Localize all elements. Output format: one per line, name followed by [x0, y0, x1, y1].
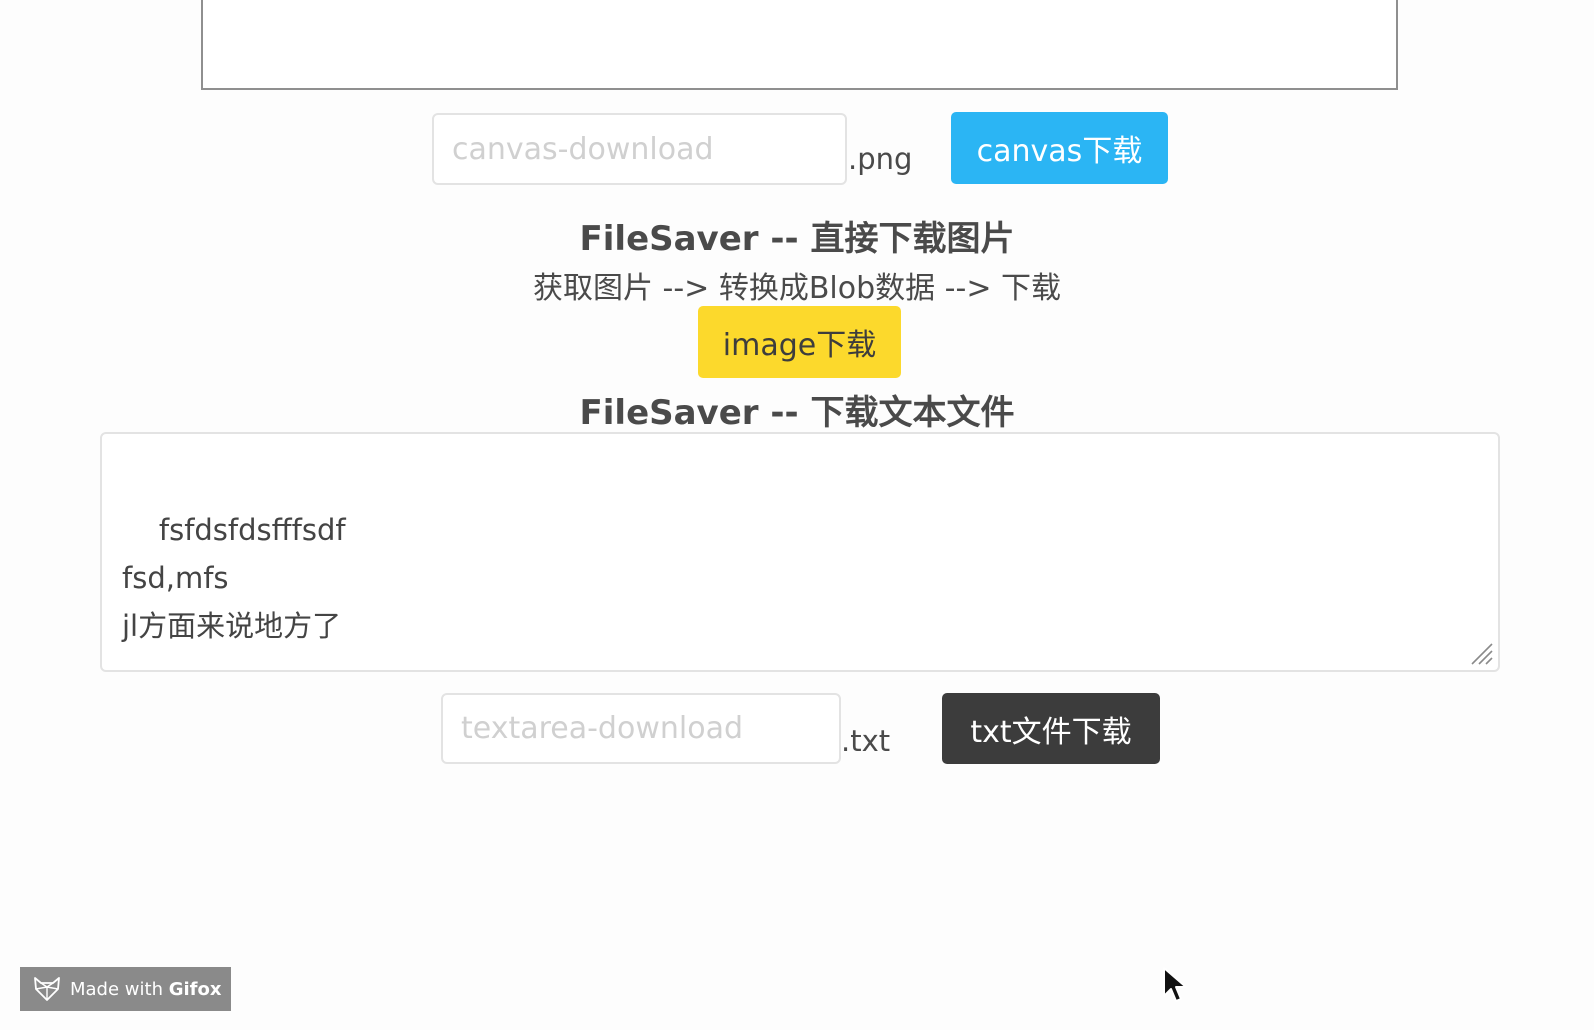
canvas-download-button[interactable]: canvas下载 — [951, 112, 1168, 184]
png-extension-label: .png — [848, 142, 913, 176]
textarea-text: fsfdsfdsfffsdf fsd,mfs jl方面来说地方了 — [122, 513, 346, 643]
txt-extension-label: .txt — [841, 724, 891, 758]
gifox-watermark-prefix: Made with — [70, 978, 169, 1000]
text-content-textarea[interactable]: fsfdsfdsfffsdf fsd,mfs jl方面来说地方了 — [100, 432, 1500, 672]
txt-download-button[interactable]: txt文件下载 — [942, 693, 1160, 764]
text-section-title: FileSaver -- 下载文本文件 — [579, 393, 1015, 433]
gifox-fox-icon — [34, 977, 60, 1001]
canvas-filename-input[interactable] — [432, 113, 847, 185]
drawing-canvas[interactable] — [201, 0, 1398, 90]
mouse-cursor-icon — [1163, 967, 1187, 1002]
page: .png canvas下载 FileSaver -- 直接下载图片 获取图片 -… — [0, 0, 1594, 1030]
image-section-title: FileSaver -- 直接下载图片 — [579, 219, 1015, 259]
resize-handle-icon[interactable] — [1468, 640, 1494, 666]
gifox-watermark-brand: Gifox — [168, 978, 222, 1000]
image-download-button[interactable]: image下载 — [698, 306, 901, 378]
gifox-watermark: Made with Gifox — [20, 967, 231, 1011]
txt-filename-input[interactable] — [441, 693, 841, 764]
image-section-description: 获取图片 --> 转换成Blob数据 --> 下载 — [532, 271, 1062, 306]
